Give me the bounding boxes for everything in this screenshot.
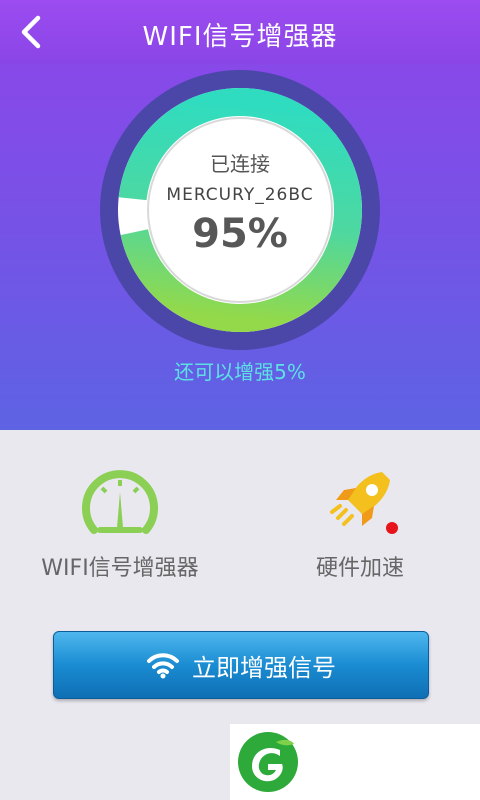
boost-signal-button[interactable]: 立即增强信号 bbox=[53, 631, 429, 699]
gauge-ring bbox=[100, 70, 380, 350]
speedometer-icon bbox=[82, 470, 158, 534]
page-title: WIFI信号增强器 bbox=[142, 22, 338, 52]
feature-hardware-accel[interactable]: 硬件加速 bbox=[260, 466, 460, 582]
gauge-inner-disc bbox=[147, 117, 333, 303]
watermark-area bbox=[230, 724, 480, 800]
title-bar: WIFI信号增强器 bbox=[0, 0, 480, 64]
leaf-logo-icon bbox=[238, 732, 298, 792]
top-panel: WIFI信号增强器 已连接 MERCURY_26BC 95% 还可以增强5% bbox=[0, 0, 480, 430]
wifi-icon bbox=[147, 653, 179, 679]
feature-hardware-accel-label: 硬件加速 bbox=[315, 556, 404, 581]
notification-dot bbox=[386, 522, 398, 534]
boost-hint: 还可以增强5% bbox=[174, 360, 306, 384]
boost-signal-label: 立即增强信号 bbox=[192, 653, 336, 682]
feature-wifi-booster[interactable]: WIFI信号增强器 bbox=[20, 466, 220, 582]
feature-wifi-booster-label: WIFI信号增强器 bbox=[41, 556, 199, 581]
signal-gauge: 已连接 MERCURY_26BC 95% bbox=[96, 66, 384, 354]
